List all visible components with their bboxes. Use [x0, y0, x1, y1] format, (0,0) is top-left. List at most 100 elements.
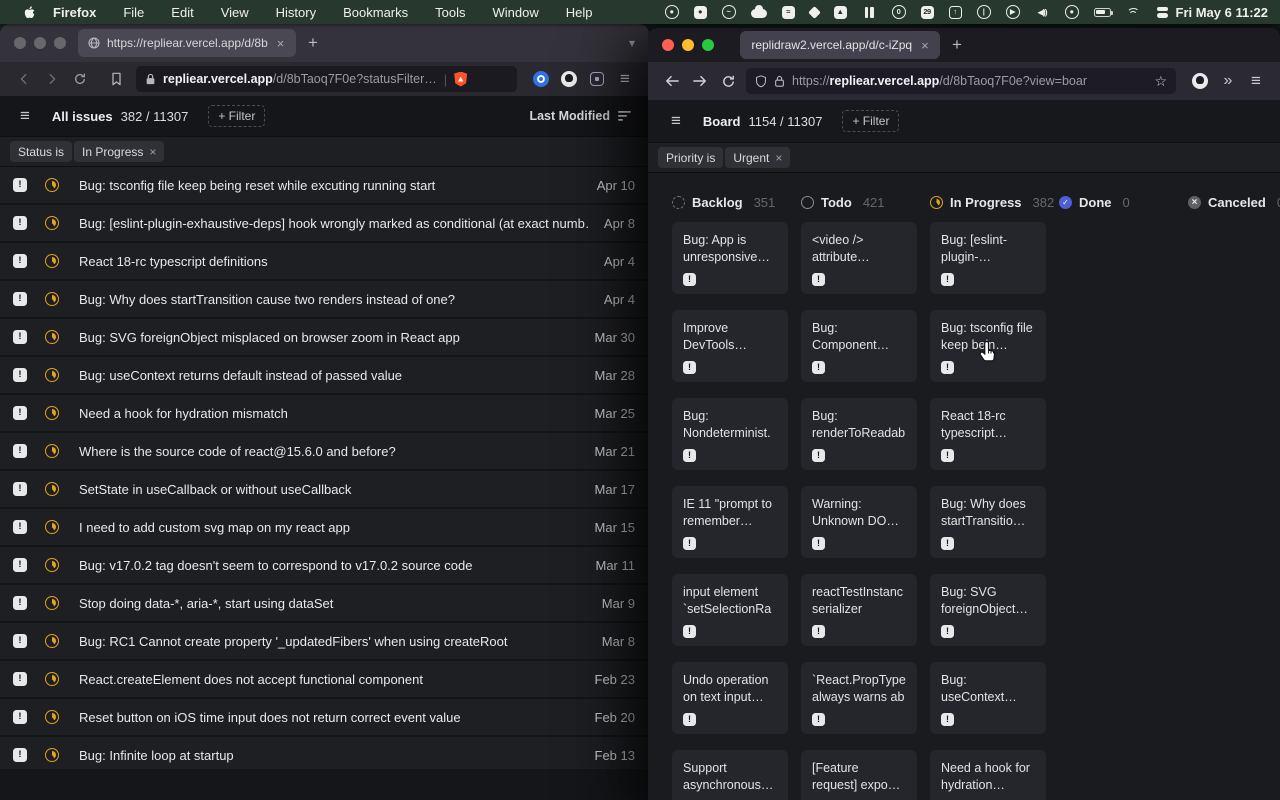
brave-shield-icon[interactable]: [454, 72, 467, 87]
github-extension-icon[interactable]: [1186, 68, 1214, 94]
url-bar[interactable]: repliear.vercel.app /d/8bTaoq7F0e?status…: [136, 66, 517, 92]
remove-filter-icon[interactable]: ×: [149, 145, 156, 159]
record-icon[interactable]: ●: [665, 5, 679, 19]
dropbox-icon[interactable]: [808, 6, 821, 19]
issue-row[interactable]: !Bug: Infinite loop at startupFeb 13: [0, 737, 649, 769]
issue-card[interactable]: reactTestInstanc serializer!: [801, 574, 917, 646]
issue-row[interactable]: !Bug: [eslint-plugin-exhaustive-deps] ho…: [0, 205, 649, 241]
issue-card[interactable]: Bug: tsconfig file keep bein…!: [930, 310, 1046, 382]
add-filter-button[interactable]: + Filter: [842, 110, 899, 132]
issue-row[interactable]: !Bug: useContext returns default instead…: [0, 357, 649, 393]
zoom-window-button[interactable]: [702, 39, 714, 51]
issue-card[interactable]: Need a hook for hydration…!: [930, 750, 1046, 800]
issue-row[interactable]: !Stop doing data-*, aria-*, start using …: [0, 585, 649, 621]
swirl-icon[interactable]: ~: [722, 5, 736, 19]
menu-window[interactable]: Window: [493, 5, 539, 20]
menu-history[interactable]: History: [276, 5, 316, 20]
tab-list-chevron-icon[interactable]: ▾: [629, 36, 635, 50]
filter-value-chip[interactable]: In Progress ×: [74, 141, 164, 162]
menu-file[interactable]: File: [123, 5, 144, 20]
issue-row[interactable]: !React.createElement does not accept fun…: [0, 661, 649, 697]
issue-card[interactable]: Bug: App is unresponsive…!: [672, 222, 788, 294]
issue-card[interactable]: <video /> attribute…!: [801, 222, 917, 294]
issue-row[interactable]: !Bug: v17.0.2 tag doesn't seem to corres…: [0, 547, 649, 583]
issue-card[interactable]: input element `setSelectionRa!: [672, 574, 788, 646]
issue-card[interactable]: Improve DevTools…!: [672, 310, 788, 382]
issue-row[interactable]: !Bug: RC1 Cannot create property '_updat…: [0, 623, 649, 659]
issue-card[interactable]: Bug: Nondeterminist.!: [672, 398, 788, 470]
upload-icon[interactable]: ↑: [949, 6, 962, 19]
issue-row[interactable]: !Bug: Why does startTransition cause two…: [0, 281, 649, 317]
filter-value-chip[interactable]: Urgent ×: [725, 147, 790, 168]
minimize-window-button[interactable]: [682, 39, 694, 51]
issue-row[interactable]: !SetState in useCallback or without useC…: [0, 471, 649, 507]
app-menu-icon[interactable]: ≡: [1242, 68, 1270, 94]
issue-row[interactable]: !Reset button on iOS time input does not…: [0, 699, 649, 735]
url-bar[interactable]: https:// repliear.vercel.app /d/8bTaoq7F…: [746, 68, 1176, 94]
apple-menu-icon[interactable]: [22, 5, 37, 20]
issue-card[interactable]: Bug: [eslint-plugin-…!: [930, 222, 1046, 294]
widgets-icon[interactable]: [862, 5, 877, 20]
tab-close-icon[interactable]: ×: [275, 36, 287, 51]
issue-card[interactable]: Bug: renderToReadab!: [801, 398, 917, 470]
menu-tools[interactable]: Tools: [435, 5, 465, 20]
onepassword-extension-icon[interactable]: [527, 66, 555, 92]
new-tab-button[interactable]: +: [952, 35, 962, 55]
power-icon[interactable]: |: [977, 5, 991, 19]
menu-view[interactable]: View: [221, 5, 249, 20]
filter-field-chip[interactable]: Priority is: [658, 147, 723, 168]
forward-button[interactable]: [686, 68, 714, 94]
sidebar-menu-icon[interactable]: ≡: [671, 111, 681, 131]
onepassword-icon[interactable]: 0: [892, 5, 906, 19]
close-window-button[interactable]: [662, 39, 674, 51]
extensions-icon[interactable]: [583, 66, 611, 92]
issue-row[interactable]: !I need to add custom svg map on my reac…: [0, 509, 649, 545]
app-menu-icon[interactable]: ≡: [611, 66, 639, 92]
add-filter-button[interactable]: + Filter: [208, 105, 265, 127]
wifi-icon[interactable]: [1126, 7, 1140, 18]
menu-bookmarks[interactable]: Bookmarks: [343, 5, 408, 20]
browser-tab[interactable]: https://repliear.vercel.app/d/8b ×: [78, 29, 296, 57]
forward-button[interactable]: [38, 66, 66, 92]
menu-firefox[interactable]: Firefox: [53, 5, 96, 20]
issue-card[interactable]: Support asynchronous…!: [672, 750, 788, 800]
calendar-icon[interactable]: 29: [921, 6, 934, 19]
issue-card[interactable]: [Feature request] expo…!: [801, 750, 917, 800]
close-window-button[interactable]: [14, 37, 26, 49]
reload-button[interactable]: [66, 66, 94, 92]
traffic-lights-inactive[interactable]: [14, 37, 66, 49]
vercel-icon[interactable]: ▲: [834, 6, 847, 19]
issue-card[interactable]: Bug: Component…!: [801, 310, 917, 382]
docker-icon[interactable]: ≈: [782, 6, 795, 19]
assistant-icon[interactable]: ●: [1065, 5, 1079, 19]
back-button[interactable]: [658, 68, 686, 94]
play-icon[interactable]: ▶: [1006, 5, 1020, 19]
issue-row[interactable]: !Need a hook for hydration mismatchMar 2…: [0, 395, 649, 431]
user-switch-icon[interactable]: [1155, 5, 1170, 20]
sidebar-menu-icon[interactable]: ≡: [20, 106, 30, 126]
issue-card[interactable]: Warning: Unknown DO…!: [801, 486, 917, 558]
tab-close-icon[interactable]: ×: [919, 38, 931, 53]
back-button[interactable]: [10, 66, 38, 92]
issue-card[interactable]: Undo operation on text input…!: [672, 662, 788, 734]
battery-icon[interactable]: [1094, 8, 1111, 17]
browser-tab[interactable]: replidraw2.vercel.app/d/c-iZpq ×: [740, 31, 940, 59]
camera-icon[interactable]: ●: [694, 6, 707, 19]
filter-field-chip[interactable]: Status is: [10, 141, 72, 162]
zoom-window-button[interactable]: [54, 37, 66, 49]
issue-row[interactable]: !Bug: tsconfig file keep being reset whi…: [0, 167, 649, 203]
menu-help[interactable]: Help: [566, 5, 593, 20]
issue-row[interactable]: !Bug: SVG foreignObject misplaced on bro…: [0, 319, 649, 355]
sort-control[interactable]: Last Modified: [529, 109, 633, 123]
issue-row[interactable]: !Where is the source code of react@15.6.…: [0, 433, 649, 469]
issue-card[interactable]: Bug: SVG foreignObject…!: [930, 574, 1046, 646]
reload-button[interactable]: [714, 68, 742, 94]
bookmark-star-icon[interactable]: ☆: [1146, 73, 1167, 90]
github-extension-icon[interactable]: [555, 66, 583, 92]
traffic-lights-active[interactable]: [662, 39, 714, 51]
issue-card[interactable]: React 18-rc typescript…!: [930, 398, 1046, 470]
volume-icon[interactable]: ◀)): [1035, 5, 1050, 20]
issue-card[interactable]: Bug: useContext…!: [930, 662, 1046, 734]
new-tab-button[interactable]: +: [308, 33, 318, 53]
menu-edit[interactable]: Edit: [171, 5, 193, 20]
